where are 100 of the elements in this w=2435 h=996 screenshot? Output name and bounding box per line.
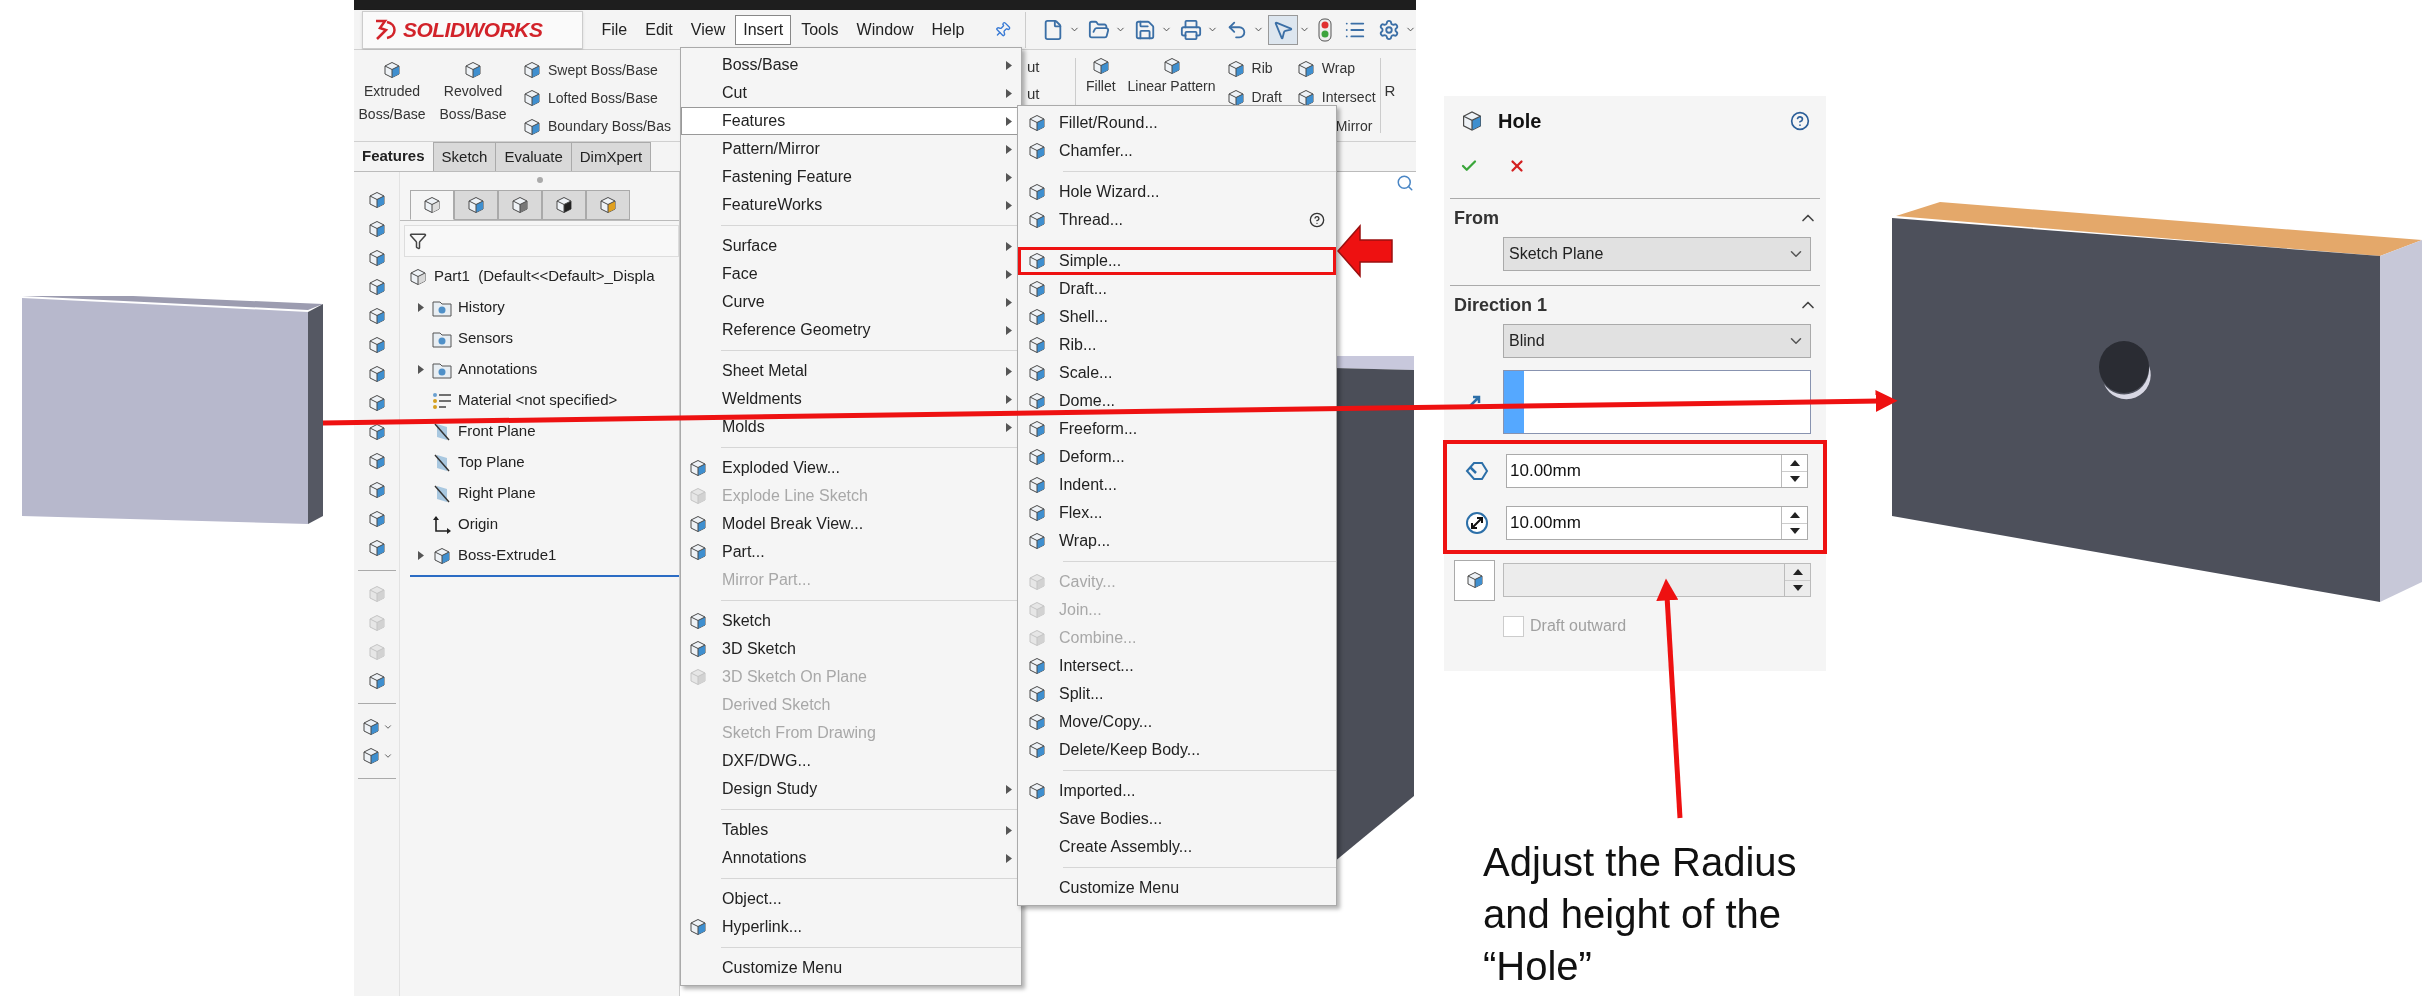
menu-item[interactable]: Design Study [681, 775, 1021, 803]
tool-button[interactable] [366, 276, 387, 297]
tree-item[interactable]: Right Plane [458, 482, 536, 505]
menu-item[interactable]: Annotations [681, 844, 1021, 872]
number-field[interactable]: 10.00mm [1506, 454, 1808, 488]
tree-item[interactable]: Sensors [458, 327, 514, 350]
tool-button[interactable] [360, 716, 381, 737]
menu-item[interactable]: Thread... [1018, 206, 1336, 234]
menu-item[interactable]: Fillet/Round... [1018, 109, 1336, 137]
menu-bar-item[interactable]: Tools [793, 14, 847, 45]
menu-item[interactable]: Simple... [1018, 247, 1336, 275]
menu-item[interactable]: Wrap... [1018, 527, 1336, 555]
ribbon-label[interactable]: Draft [1251, 87, 1282, 108]
tree-item[interactable]: Annotations [458, 358, 538, 381]
tool-button[interactable] [366, 508, 387, 529]
tree-item[interactable]: Boss-Extrude1 [458, 544, 557, 567]
ribbon-label[interactable]: Lofted Boss/Base [548, 88, 658, 109]
menu-item[interactable]: Cut [681, 79, 1021, 107]
tree-item[interactable]: Front Plane [458, 420, 536, 443]
number-field[interactable]: 10.00mm [1506, 506, 1808, 540]
tree-item[interactable]: History [458, 296, 505, 319]
menu-item[interactable]: Deform... [1018, 443, 1336, 471]
ribbon-button[interactable]: Fillet [1084, 56, 1118, 96]
menu-bar-item[interactable]: Window [848, 14, 922, 45]
ribbon-label[interactable]: Wrap [1321, 58, 1356, 79]
menu-item[interactable]: FeatureWorks [681, 191, 1021, 219]
menu-item[interactable]: Surface [681, 232, 1021, 260]
menu-item[interactable]: Weldments [681, 385, 1021, 413]
menu-item[interactable]: Freeform... [1018, 415, 1336, 443]
menu-item[interactable]: Hyperlink... [681, 913, 1021, 941]
menu-item[interactable]: Face [681, 260, 1021, 288]
spin-buttons[interactable] [1781, 507, 1807, 539]
menu-item[interactable]: Rib... [1018, 331, 1336, 359]
expand-arrow-icon[interactable] [418, 365, 424, 374]
menu-bar-item[interactable]: View [682, 14, 734, 45]
tool-button[interactable] [366, 334, 387, 355]
tool-button[interactable] [366, 537, 387, 558]
menu-item[interactable]: Boss/Base [681, 51, 1021, 79]
menu-item[interactable]: Split... [1018, 680, 1336, 708]
menu-item[interactable]: Dome... [1018, 387, 1336, 415]
menu-item[interactable]: Move/Copy... [1018, 708, 1336, 736]
tree-item[interactable]: Material <not specified> [458, 389, 618, 412]
ribbon-label[interactable]: Rib [1251, 58, 1273, 79]
tool-button[interactable] [366, 247, 387, 268]
tool-button[interactable] [366, 479, 387, 500]
menu-bar-item[interactable]: Help [923, 14, 973, 45]
menu-item[interactable]: Chamfer... [1018, 137, 1336, 165]
menu-item[interactable]: Customize Menu [681, 954, 1021, 982]
ribbon-button[interactable]: Linear Pattern [1125, 56, 1218, 96]
expand-arrow-icon[interactable] [418, 551, 424, 560]
menu-item[interactable]: Scale... [1018, 359, 1336, 387]
menu-item[interactable]: Save Bodies... [1018, 805, 1336, 833]
cancel-icon[interactable] [1508, 157, 1526, 175]
menu-item[interactable]: Fastening Feature [681, 163, 1021, 191]
ribbon-button[interactable]: Revolved Boss/Base [430, 60, 516, 141]
tool-button[interactable] [366, 670, 387, 691]
menu-item[interactable]: Indent... [1018, 471, 1336, 499]
menu-item[interactable]: Sheet Metal [681, 357, 1021, 385]
search-icon[interactable] [1396, 174, 1414, 192]
tool-button[interactable] [360, 745, 381, 766]
panel-tab[interactable] [542, 190, 586, 220]
menu-item[interactable]: Delete/Keep Body... [1018, 736, 1336, 764]
tool-button[interactable] [366, 218, 387, 239]
draft-toggle-button[interactable] [1454, 559, 1495, 601]
menu-item[interactable]: Pattern/Mirror [681, 135, 1021, 163]
menu-item[interactable]: Create Assembly... [1018, 833, 1336, 861]
menu-item[interactable]: DXF/DWG... [681, 747, 1021, 775]
menu-bar-item[interactable]: File [593, 14, 636, 45]
menu-item[interactable]: Intersect... [1018, 652, 1336, 680]
menu-item[interactable]: Customize Menu [1018, 874, 1336, 902]
dropdown[interactable]: Sketch Plane [1503, 237, 1811, 271]
ribbon-button[interactable]: Extruded Boss/Base [354, 60, 430, 141]
expand-arrow-icon[interactable] [418, 303, 424, 312]
spin-buttons[interactable] [1781, 455, 1807, 487]
tree-item[interactable]: Part1 (Default<<Default>_Displa [434, 265, 655, 288]
ribbon-label[interactable]: Mirror [1335, 116, 1376, 137]
menu-item[interactable]: Draft... [1018, 275, 1336, 303]
tool-button[interactable] [366, 305, 387, 326]
menu-bar-item[interactable]: Edit [637, 14, 681, 45]
menu-item[interactable]: Flex... [1018, 499, 1336, 527]
command-tab[interactable]: Sketch [433, 142, 497, 171]
ribbon-label[interactable]: Intersect [1321, 87, 1376, 108]
tree-item[interactable]: Origin [458, 513, 498, 536]
menu-item[interactable]: Reference Geometry [681, 316, 1021, 344]
command-tab[interactable]: DimXpert [571, 142, 652, 171]
menu-item[interactable]: Molds [681, 413, 1021, 441]
tree-item[interactable]: Top Plane [458, 451, 525, 474]
splitter-handle[interactable] [536, 177, 543, 183]
filter-field[interactable] [404, 225, 679, 257]
dropdown[interactable]: Blind [1503, 324, 1811, 358]
ribbon-label[interactable]: Swept Boss/Base [548, 59, 658, 81]
menu-item[interactable]: Shell... [1018, 303, 1336, 331]
help-icon[interactable] [1790, 111, 1810, 131]
toolbar-button[interactable] [1268, 14, 1298, 45]
command-tab[interactable]: Evaluate [496, 142, 572, 171]
menu-item[interactable]: Tables [681, 816, 1021, 844]
menu-bar-item[interactable]: Insert [735, 14, 792, 45]
ribbon-label[interactable]: Boundary Boss/Bas [548, 116, 671, 138]
menu-item[interactable]: Curve [681, 288, 1021, 316]
selection-box[interactable] [1503, 370, 1811, 434]
